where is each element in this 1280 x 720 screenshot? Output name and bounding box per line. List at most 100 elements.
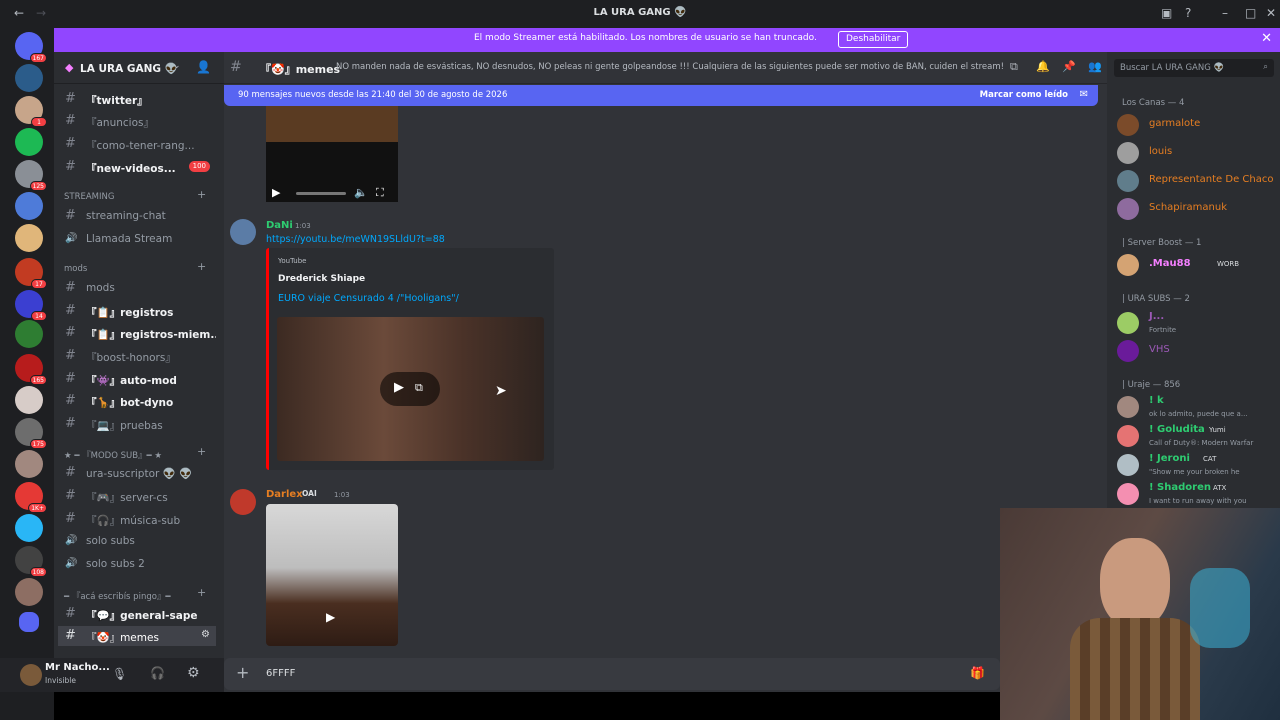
gift-icon[interactable]: 🎁 bbox=[970, 666, 985, 680]
members-icon[interactable]: 👥 bbox=[1088, 60, 1102, 73]
close-icon[interactable]: ✕ bbox=[1261, 31, 1272, 46]
settings-gear-icon[interactable]: ⚙ bbox=[201, 629, 210, 640]
server-icon[interactable] bbox=[15, 578, 43, 606]
message-input[interactable]: 6FFFF bbox=[266, 668, 295, 679]
help-icon[interactable]: ? bbox=[1185, 6, 1191, 20]
channel-bot-dyno[interactable]: # 『🦒』bot-dyno bbox=[58, 391, 216, 411]
avatar[interactable] bbox=[230, 219, 256, 245]
minimize-icon[interactable]: – bbox=[1222, 6, 1228, 20]
voice-channel-llamada[interactable]: 🔊 Llamada Stream bbox=[58, 229, 216, 249]
member-item[interactable]: Schapiramanuk bbox=[1117, 196, 1277, 224]
channel-general-sape[interactable]: # 『💬』general-sape bbox=[58, 604, 216, 624]
channel-new-videos[interactable]: # 『new-videos... 100 bbox=[58, 157, 216, 177]
channel-pruebas[interactable]: # 『💻』pruebas bbox=[58, 414, 216, 434]
pin-icon[interactable]: 📌 bbox=[1062, 60, 1076, 73]
maximize-icon[interactable]: □ bbox=[1245, 6, 1256, 20]
channel-streaming-chat[interactable]: # streaming-chat bbox=[58, 206, 216, 226]
server-icon[interactable] bbox=[15, 128, 43, 156]
plus-icon[interactable]: + bbox=[197, 445, 206, 458]
folder-icon[interactable] bbox=[19, 612, 39, 632]
channel-como-tener-rango[interactable]: # 『como-tener-rang... bbox=[58, 134, 216, 154]
bell-icon[interactable]: 🔔 bbox=[1036, 60, 1050, 73]
new-messages-bar[interactable]: 90 mensajes nuevos desde las 21:40 del 3… bbox=[224, 85, 1098, 106]
play-icon[interactable]: ▶ bbox=[394, 380, 404, 395]
category-streaming[interactable]: STREAMING bbox=[64, 192, 114, 202]
open-external-icon[interactable]: ⧉ bbox=[415, 381, 423, 395]
server-header[interactable]: ◆ LA URA GANG 👽 ⌄ 👤 bbox=[54, 52, 224, 84]
seek-bar[interactable] bbox=[296, 192, 346, 195]
member-item[interactable]: VHS bbox=[1117, 338, 1277, 366]
embed-title[interactable]: EURO viaje Censurado 4 /"Hooligans"/ bbox=[278, 293, 459, 304]
play-overlay[interactable]: ▶ ⧉ bbox=[380, 372, 440, 406]
threads-icon[interactable]: ⧉ bbox=[1010, 60, 1018, 74]
server-icon[interactable]: 125 bbox=[15, 160, 47, 191]
message-author[interactable]: DaNi bbox=[266, 220, 293, 231]
inbox-icon[interactable]: ▣ bbox=[1161, 6, 1172, 20]
video-attachment[interactable]: ▶ bbox=[266, 504, 398, 646]
channel-anuncios[interactable]: # 『anuncios』 bbox=[58, 111, 216, 131]
play-icon[interactable]: ▶ bbox=[326, 610, 335, 624]
member-item[interactable]: .Mau88 WORB bbox=[1117, 252, 1277, 280]
add-user-icon[interactable]: 👤 bbox=[196, 60, 211, 74]
channel-ura-suscriptor[interactable]: # ura-suscriptor 👽 👽 bbox=[58, 463, 216, 483]
category-modo-sub[interactable]: ★ ━ 『MODO SUB』━ ★ bbox=[64, 449, 162, 461]
microphone-icon[interactable]: 🎙 bbox=[112, 667, 127, 681]
mark-read-icon[interactable]: ✉ bbox=[1080, 89, 1088, 100]
message-link[interactable]: https://youtu.be/meWN19SLldU?t=88 bbox=[266, 234, 445, 245]
channel-memes[interactable]: # 『🤡』memes ⚙ bbox=[58, 626, 216, 646]
avatar[interactable] bbox=[230, 489, 256, 515]
fullscreen-icon[interactable]: ⛶ bbox=[376, 186, 384, 200]
avatar[interactable] bbox=[20, 664, 42, 686]
server-icon[interactable] bbox=[15, 386, 43, 414]
plus-icon[interactable]: + bbox=[197, 586, 206, 599]
close-window-icon[interactable]: ✕ bbox=[1266, 6, 1276, 20]
channel-musica-sub[interactable]: # 『🎧』música-sub bbox=[58, 509, 216, 529]
message-composer[interactable]: + 6FFFF 🎁 bbox=[224, 658, 1000, 690]
channel-twitter[interactable]: # 『twitter』 bbox=[58, 89, 216, 109]
member-item[interactable]: ! k ok lo admito, puede que a... bbox=[1117, 394, 1277, 422]
plus-icon[interactable]: + bbox=[197, 260, 206, 273]
member-item[interactable]: ! Shadoren ATX I want to run away with you bbox=[1117, 481, 1277, 508]
message-author[interactable]: Darlex bbox=[266, 489, 303, 500]
channel-mods[interactable]: # mods bbox=[58, 278, 216, 298]
server-icon[interactable]: 108 bbox=[15, 546, 47, 577]
server-icon[interactable]: 1 bbox=[15, 96, 47, 127]
channel-registros[interactable]: # 『📋』registros bbox=[58, 301, 216, 321]
server-icon[interactable] bbox=[15, 224, 43, 252]
volume-icon[interactable]: 🔈 bbox=[354, 186, 368, 199]
channel-boost-honors[interactable]: # 『boost-honors』 bbox=[58, 346, 216, 366]
video-attachment[interactable]: ▶ 🔈 ⛶ bbox=[266, 106, 398, 202]
home-button[interactable]: 167 bbox=[15, 32, 47, 63]
server-icon[interactable]: 175 bbox=[15, 418, 47, 449]
plus-icon[interactable]: + bbox=[197, 188, 206, 201]
add-attachment-icon[interactable]: + bbox=[236, 663, 249, 682]
mark-as-read-button[interactable]: Marcar como leído bbox=[980, 90, 1068, 100]
headphones-icon[interactable]: 🎧 bbox=[150, 666, 165, 680]
server-icon[interactable]: 165 bbox=[15, 354, 47, 385]
channel-server-cs[interactable]: # 『🎮』server-cs bbox=[58, 486, 216, 506]
channel-topic[interactable]: NO manden nada de esvásticas, NO desnudo… bbox=[336, 62, 1016, 72]
server-icon[interactable]: 17 bbox=[15, 258, 47, 289]
server-icon[interactable] bbox=[15, 514, 43, 542]
server-icon[interactable]: 14 bbox=[15, 290, 47, 321]
member-item[interactable]: Representante De Chaco bbox=[1117, 168, 1277, 196]
embed-author[interactable]: Drederick Shiape bbox=[278, 274, 365, 284]
server-icon[interactable] bbox=[15, 64, 43, 92]
disable-streamer-button[interactable]: Deshabilitar bbox=[838, 31, 909, 48]
member-item[interactable]: ! Goludita Yumi Call of Duty®: Modern Warf… bbox=[1117, 423, 1277, 451]
member-item[interactable]: louis bbox=[1117, 140, 1277, 168]
server-icon[interactable] bbox=[15, 450, 43, 478]
member-item[interactable]: ! Jeroni CAT "Show me your broken he bbox=[1117, 452, 1277, 480]
play-icon[interactable]: ▶ bbox=[272, 186, 280, 199]
category-aca-escribis[interactable]: ━ 『acá escribís pingo』━ bbox=[64, 590, 171, 602]
category-mods[interactable]: mods bbox=[64, 264, 87, 274]
voice-channel-solo-subs[interactable]: 🔊 solo subs bbox=[58, 531, 216, 551]
settings-gear-icon[interactable]: ⚙ bbox=[187, 665, 200, 681]
voice-channel-solo-subs-2[interactable]: 🔊 solo subs 2 bbox=[58, 554, 216, 574]
channel-auto-mod[interactable]: # 『👾』auto-mod bbox=[58, 369, 216, 389]
server-icon[interactable] bbox=[15, 192, 43, 220]
search-input[interactable]: Buscar LA URA GANG 👽 ⌕ bbox=[1114, 59, 1274, 77]
member-item[interactable]: J... Fortnite bbox=[1117, 310, 1277, 338]
server-icon[interactable] bbox=[15, 320, 43, 348]
channel-registros-miembros[interactable]: # 『📋』registros-miem... bbox=[58, 323, 216, 343]
